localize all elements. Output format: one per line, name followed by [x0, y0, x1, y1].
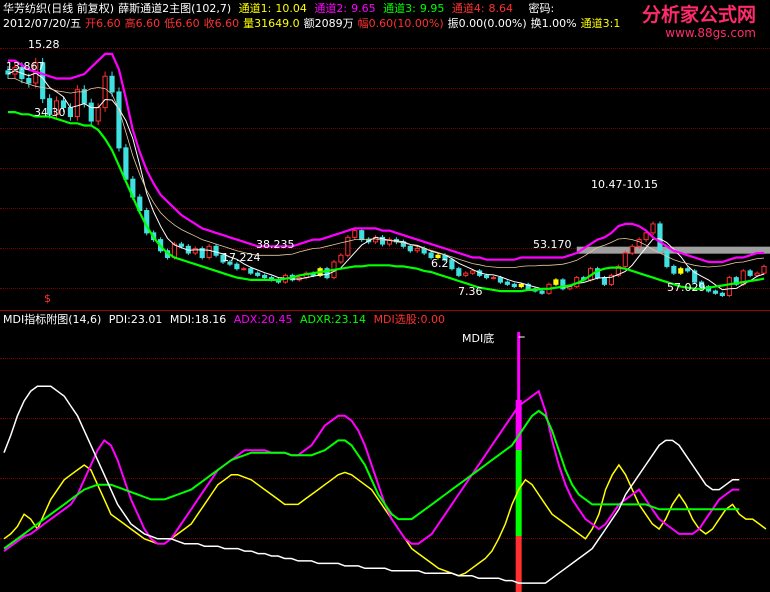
price-label: 10.47-10.15 [591, 178, 658, 191]
price-label: 38.235 [256, 238, 295, 251]
pdi-value: 23.01 [130, 313, 163, 326]
price-label: 13.867 [6, 60, 45, 73]
adxr-value: 23.14 [334, 313, 367, 326]
adx-label: ADX: [233, 313, 262, 326]
mdi-label: MDI: [169, 313, 195, 326]
pdi-line [3, 463, 767, 577]
adxr-line [3, 385, 740, 584]
select-value: 0.00 [420, 313, 445, 326]
price-label: 34.30 [34, 106, 66, 119]
indicator-chart [3, 332, 767, 592]
select-label: MDI选股: [373, 313, 421, 326]
pdi-label: PDI: [108, 313, 131, 326]
chart-stage: 华芳纺织(日线 前复权) 薛斯通道2主图(102,7) 通道1: 10.04 通道2… [0, 0, 770, 592]
price-label: 57.029 [667, 281, 706, 294]
price-label: 53.170 [533, 238, 572, 251]
adxr-label: ADXR: [300, 313, 335, 326]
price-label: 7.36 [458, 285, 483, 298]
price-label: 15.28 [28, 38, 60, 51]
mdi-bottom-label: MDI底 [462, 332, 495, 345]
adx-value: 20.45 [261, 313, 293, 326]
adx-line [3, 409, 740, 550]
indicator-header: MDI指标附图(14,6) PDI:23.01 MDI:18.16 ADX:20… [3, 313, 449, 327]
bottom-marker: $ [44, 292, 51, 305]
mdi-line [3, 389, 740, 552]
price-label: 6.2 [431, 257, 449, 270]
price-label: 17.224 [222, 251, 261, 264]
indicator-name: MDI指标附图(14,6) [3, 313, 102, 326]
mdi-value: 18.16 [194, 313, 227, 326]
